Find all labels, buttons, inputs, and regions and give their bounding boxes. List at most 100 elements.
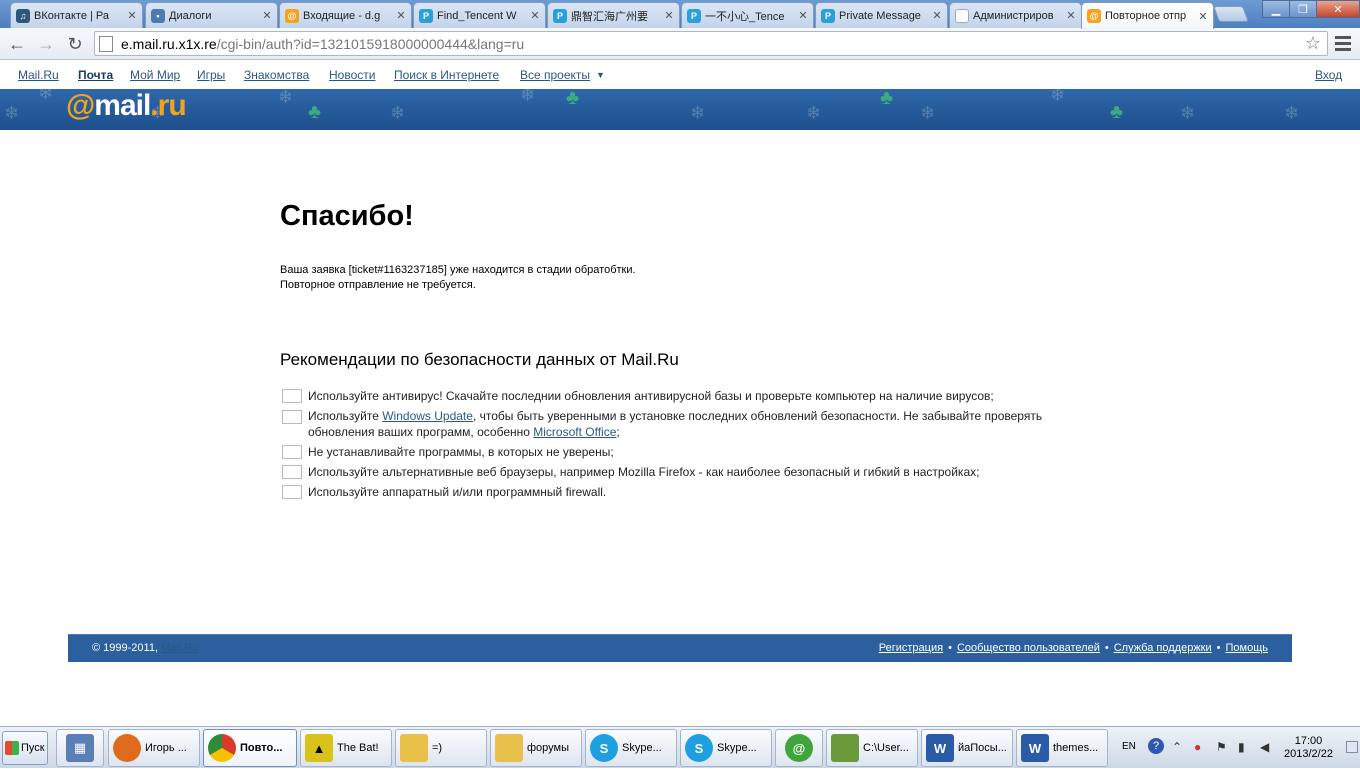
footer-link-support[interactable]: Служба поддержки xyxy=(1114,642,1212,654)
fir-tree-icon: ♣ xyxy=(308,101,322,123)
nav-mail[interactable]: Почта xyxy=(78,68,113,82)
volume-icon[interactable]: ◀ xyxy=(1260,740,1274,754)
mail-at-icon: @ xyxy=(1087,9,1101,23)
address-bar[interactable]: e.mail.ru.x1x.re/cgi-bin/auth?id=1321015… xyxy=(94,31,1328,56)
folder-icon xyxy=(400,734,428,762)
taskbar-item-mail-agent[interactable]: @ xyxy=(775,729,823,767)
taskbar-item-skype-1[interactable]: S Skype... xyxy=(585,729,677,767)
close-icon[interactable]: ✕ xyxy=(261,9,273,22)
skype-icon: S xyxy=(590,734,618,762)
taskbar-item-folder[interactable]: =) xyxy=(395,729,487,767)
ticket-message: Ваша заявка [ticket#1163237185] уже нахо… xyxy=(280,263,636,293)
nav-all-projects[interactable]: Все проекты xyxy=(520,68,590,82)
network-icon[interactable]: ▮ xyxy=(1238,740,1252,754)
taskbar-label: themes... xyxy=(1053,742,1099,754)
bookmark-star-icon[interactable]: ☆ xyxy=(1305,33,1321,54)
close-icon[interactable]: ✕ xyxy=(931,9,943,22)
rec-text: Используйте аппаратный и/или программный… xyxy=(308,485,607,499)
nav-login[interactable]: Вход xyxy=(1315,68,1342,82)
tab-dialogs[interactable]: ▪ Диалоги ✕ xyxy=(145,2,278,28)
back-arrow-icon[interactable]: ← xyxy=(5,32,29,56)
copyright-link[interactable]: Mail.Ru xyxy=(161,642,198,654)
window-close-icon[interactable]: ✕ xyxy=(1316,0,1360,18)
browser-toolbar: ← → ↻ e.mail.ru.x1x.re/cgi-bin/auth?id=1… xyxy=(0,28,1360,60)
nav-dating[interactable]: Знакомства xyxy=(244,68,309,82)
nav-games[interactable]: Игры xyxy=(197,68,225,82)
taskbar-item-folder-forums[interactable]: форумы xyxy=(490,729,582,767)
windows-update-link[interactable]: Windows Update xyxy=(382,409,473,423)
nav-my-world[interactable]: Мой Мир xyxy=(130,68,180,82)
forward-arrow-icon[interactable]: → xyxy=(34,32,58,56)
qq-icon[interactable]: ● xyxy=(1194,740,1208,754)
chevron-up-icon[interactable]: ⌃ xyxy=(1172,740,1186,754)
close-icon[interactable]: ✕ xyxy=(395,9,407,22)
nav-mailru[interactable]: Mail.Ru xyxy=(18,68,59,82)
word-icon: W xyxy=(926,734,954,762)
windows-taskbar: Пуск ▦ Игорь ... Повто... ▲ The Bat! =) … xyxy=(0,726,1360,768)
chrome-menu-icon[interactable] xyxy=(1335,33,1351,53)
clock[interactable]: 17:00 2013/2/22 xyxy=(1284,735,1333,761)
tab-find-tencent[interactable]: P Find_Tencent W ✕ xyxy=(413,2,546,28)
reload-icon[interactable]: ↻ xyxy=(63,32,87,56)
tab-admin[interactable]: Администриров ✕ xyxy=(949,2,1082,28)
rec-text: Используйте альтернативные веб браузеры,… xyxy=(308,465,980,479)
tab-chinese-1[interactable]: P 鼎智汇海广州要 ✕ xyxy=(547,2,680,28)
microsoft-office-link[interactable]: Microsoft Office xyxy=(533,425,616,439)
tab-inbox[interactable]: @ Входящие - d.g ✕ xyxy=(279,2,412,28)
bat-icon: ▲ xyxy=(305,734,333,762)
nav-news[interactable]: Новости xyxy=(329,68,375,82)
mailru-logo[interactable]: @mail.ru xyxy=(66,89,187,123)
copyright-text: © 1999-2011, xyxy=(92,642,159,654)
taskbar-item-skype-2[interactable]: S Skype... xyxy=(680,729,772,767)
tab-active-resend[interactable]: @ Повторное отпр ✕ xyxy=(1081,2,1214,29)
footer-link-help[interactable]: Помощь xyxy=(1226,642,1269,654)
flag-icon[interactable]: ⚑ xyxy=(1216,740,1230,754)
start-button[interactable]: Пуск xyxy=(2,731,48,765)
show-desktop-button[interactable] xyxy=(1346,741,1358,753)
rec-text: Используйте Windows Update, чтобы быть у… xyxy=(308,409,1043,439)
close-icon[interactable]: ✕ xyxy=(1197,10,1209,23)
logo-dot: . xyxy=(150,89,158,122)
close-icon[interactable]: ✕ xyxy=(663,9,675,22)
page-title: Спасибо! xyxy=(280,200,414,232)
language-indicator[interactable]: EN xyxy=(1122,741,1136,752)
footer-link-registration[interactable]: Регистрация xyxy=(879,642,943,654)
checkbox[interactable] xyxy=(282,410,302,424)
maximize-icon[interactable]: ❐ xyxy=(1289,0,1317,18)
close-icon[interactable]: ✕ xyxy=(797,9,809,22)
nav-search[interactable]: Поиск в Интернете xyxy=(394,68,499,82)
close-icon[interactable]: ✕ xyxy=(529,9,541,22)
snowflake-icon: ❄ xyxy=(1050,89,1066,105)
recommendations-title: Рекомендации по безопасности данных от M… xyxy=(280,350,679,369)
taskbar-item-word-1[interactable]: W йаПосы... xyxy=(921,729,1013,767)
taskbar-label: The Bat! xyxy=(337,742,379,754)
music-note-icon: ♫ xyxy=(16,8,30,23)
taskbar-item-the-bat[interactable]: ▲ The Bat! xyxy=(300,729,392,767)
checkbox[interactable] xyxy=(282,485,302,499)
taskbar-item-notepad[interactable]: C:\User... xyxy=(826,729,918,767)
new-tab-button[interactable] xyxy=(1213,6,1249,22)
tab-private-message[interactable]: P Private Message ✕ xyxy=(815,2,948,28)
close-icon[interactable]: ✕ xyxy=(1065,9,1077,22)
chevron-down-icon[interactable]: ▼ xyxy=(596,70,605,80)
mailru-header: ❄ ❄ ❄ ❄ ♣ ❄ ❄ ♣ ❄ ❄ ♣ ❄ ❄ ♣ ❄ ❄ @mail.ru xyxy=(0,89,1360,130)
tab-title: Входящие - d.g xyxy=(303,9,381,22)
taskbar-item-calculator[interactable]: ▦ xyxy=(56,729,104,767)
checkbox[interactable] xyxy=(282,465,302,479)
taskbar-label: Skype... xyxy=(622,742,662,754)
taskbar-item-chrome[interactable]: Повто... xyxy=(203,729,297,767)
close-icon[interactable]: ✕ xyxy=(126,9,138,22)
help-icon[interactable]: ? xyxy=(1148,738,1164,754)
taskbar-item-word-2[interactable]: W themes... xyxy=(1016,729,1108,767)
tab-vkontakte[interactable]: ♫ ВКонтакте | Ра ✕ xyxy=(10,2,143,28)
tab-title: 鼎智汇海广州要 xyxy=(571,10,648,23)
minimize-icon[interactable]: ▁ xyxy=(1262,0,1290,18)
tab-chinese-2[interactable]: P 一不小心_Tence ✕ xyxy=(681,2,814,28)
footer-link-community[interactable]: Сообщество пользователей xyxy=(957,642,1100,654)
page-footer: © 1999-2011, Mail.Ru Регистрация • Сообщес… xyxy=(68,634,1292,662)
checkbox[interactable] xyxy=(282,389,302,403)
taskbar-item-firefox[interactable]: Игорь ... xyxy=(108,729,200,767)
checkbox[interactable] xyxy=(282,445,302,459)
mail-at-icon: @ xyxy=(285,8,299,23)
notepad-icon xyxy=(831,734,859,762)
